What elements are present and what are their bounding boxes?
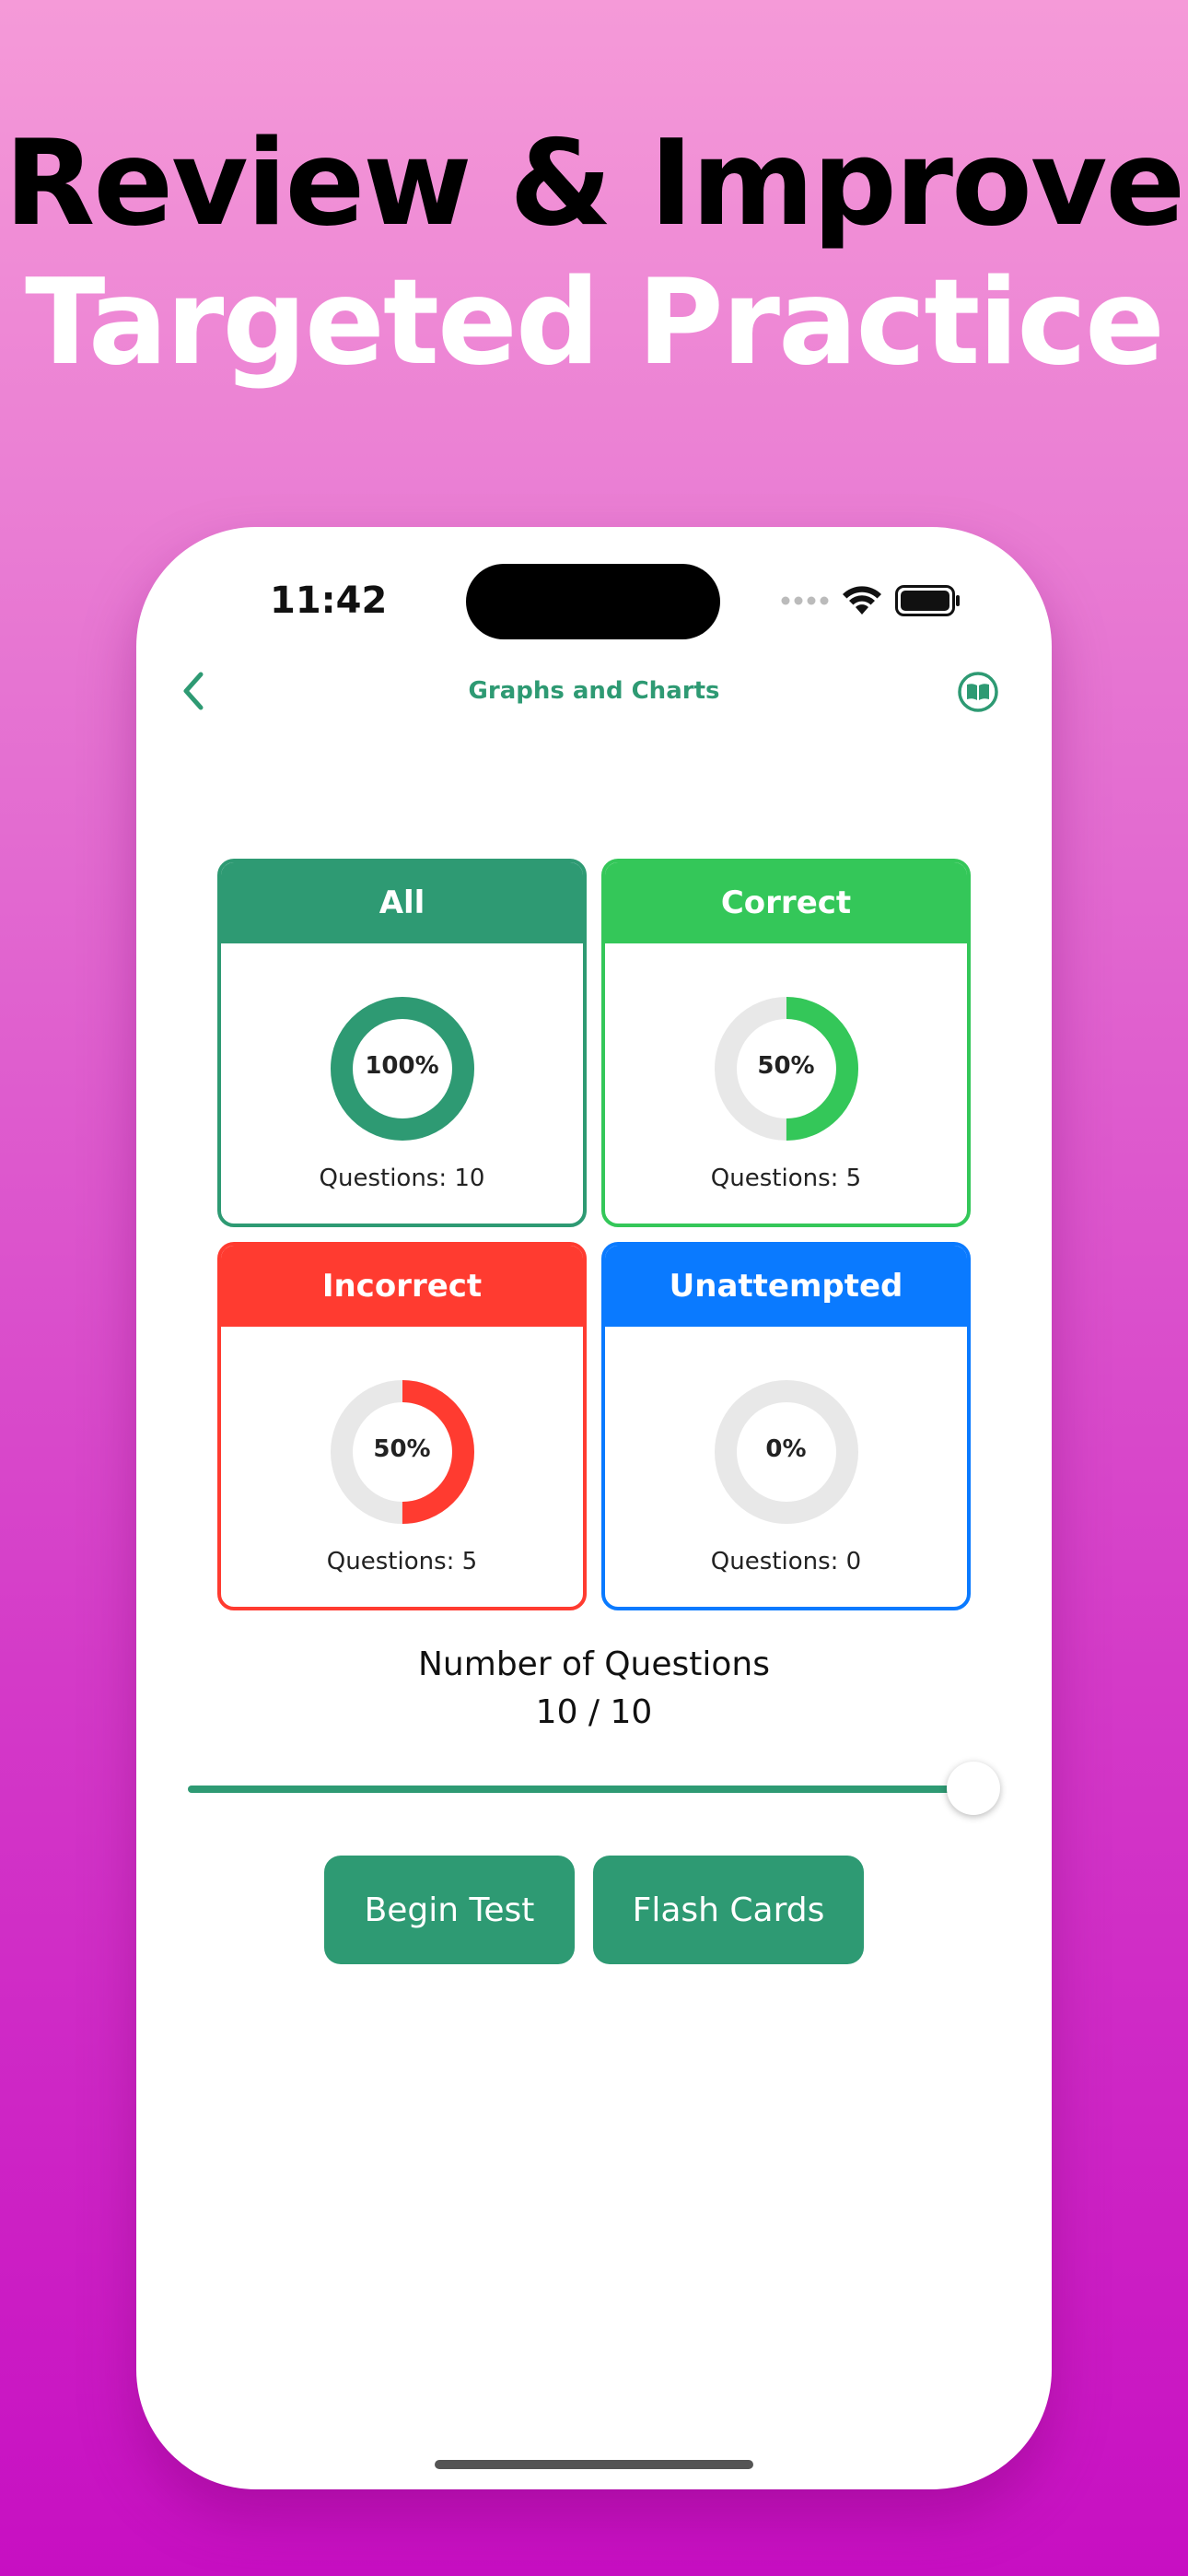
percent-label: 100% bbox=[365, 1052, 439, 1080]
question-count: Questions: 5 bbox=[710, 1165, 862, 1192]
headline-secondary: Targeted Practice bbox=[25, 254, 1165, 392]
card-title: Incorrect bbox=[221, 1246, 583, 1327]
begin-test-button[interactable]: Begin Test bbox=[324, 1856, 575, 1964]
slider-thumb[interactable] bbox=[947, 1762, 1000, 1815]
card-title: Unattempted bbox=[605, 1246, 967, 1327]
slider-fill bbox=[188, 1786, 973, 1793]
question-count: Questions: 0 bbox=[710, 1548, 862, 1575]
card-title: All bbox=[221, 862, 583, 943]
question-count-slider[interactable] bbox=[188, 1762, 1000, 1817]
question-count-label: Number of Questions bbox=[418, 1645, 770, 1683]
percent-label: 50% bbox=[757, 1052, 815, 1080]
wifi-icon bbox=[843, 586, 881, 615]
category-grid: All 100% Questions: 10 Correct 50% Quest… bbox=[217, 859, 971, 1610]
card-title: Correct bbox=[605, 862, 967, 943]
phone-frame: 11:42 Graphs and Charts All 100% Questio… bbox=[136, 527, 1052, 2489]
home-indicator bbox=[435, 2460, 753, 2469]
card-correct[interactable]: Correct 50% Questions: 5 bbox=[601, 859, 971, 1227]
status-time: 11:42 bbox=[270, 580, 388, 622]
card-all[interactable]: All 100% Questions: 10 bbox=[217, 859, 587, 1227]
flash-cards-button[interactable]: Flash Cards bbox=[593, 1856, 864, 1964]
headline-primary: Review & Improve bbox=[4, 115, 1185, 252]
page-title: Graphs and Charts bbox=[468, 677, 720, 705]
question-count-value: 10 / 10 bbox=[535, 1693, 653, 1731]
action-buttons: Begin Test Flash Cards bbox=[136, 1856, 1052, 1964]
percent-label: 0% bbox=[765, 1435, 807, 1463]
battery-icon bbox=[895, 585, 960, 616]
card-incorrect[interactable]: Incorrect 50% Questions: 5 bbox=[217, 1242, 587, 1610]
question-count: Questions: 10 bbox=[319, 1165, 485, 1192]
card-body: 0% Questions: 0 bbox=[605, 1327, 967, 1607]
card-body: 100% Questions: 10 bbox=[221, 943, 583, 1224]
signal-dots-icon bbox=[781, 596, 829, 605]
card-unattempted[interactable]: Unattempted 0% Questions: 0 bbox=[601, 1242, 971, 1610]
book-icon[interactable] bbox=[956, 670, 1000, 714]
card-body: 50% Questions: 5 bbox=[221, 1327, 583, 1607]
dynamic-island bbox=[466, 564, 720, 639]
question-count: Questions: 5 bbox=[326, 1548, 478, 1575]
card-body: 50% Questions: 5 bbox=[605, 943, 967, 1224]
percent-label: 50% bbox=[373, 1435, 431, 1463]
status-icons bbox=[781, 582, 961, 619]
